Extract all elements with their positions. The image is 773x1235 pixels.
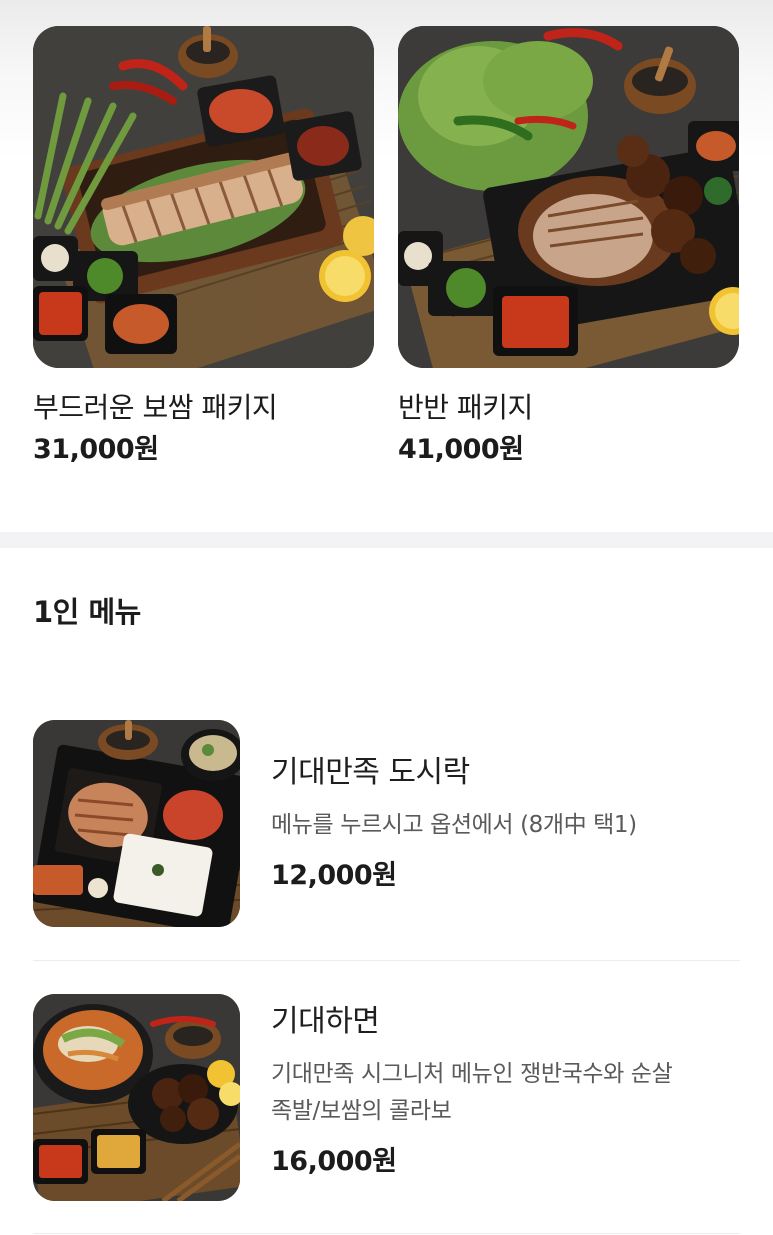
package-name: 반반 패키지	[398, 391, 533, 424]
bossam-package-photo[interactable]	[33, 26, 374, 368]
menu-item-noodle-combo[interactable]: 기대하면 기대만족 시그니처 메뉴인 쟁반국수와 순살 족발/보쌈의 콜라보 1…	[33, 994, 740, 1214]
menu-text: 기대하면 기대만족 시그니처 메뉴인 쟁반국수와 순살 족발/보쌈의 콜라보 1…	[271, 1002, 741, 1180]
row-divider	[33, 1233, 740, 1234]
menu-price: 12,000원	[271, 860, 397, 891]
section-title-single-menu: 1인 메뉴	[33, 595, 141, 629]
package-card-half-half[interactable]: 반반 패키지 41,000원	[398, 26, 741, 468]
menu-description-line: 메뉴를 누르시고 옵션에서 (8개中 택1)	[271, 812, 637, 838]
menu-description: 메뉴를 누르시고 옵션에서 (8개中 택1)	[271, 807, 741, 844]
noodle-combo-photo[interactable]	[33, 994, 240, 1201]
section-divider	[0, 532, 773, 548]
package-price: 31,000원	[33, 434, 159, 465]
package-section: 부드러운 보쌈 패키지 31,000원 반반 패키지 41,000원	[0, 0, 773, 532]
package-name: 부드러운 보쌈 패키지	[33, 391, 278, 424]
menu-price: 16,000원	[271, 1146, 397, 1177]
menu-description-line: 기대만족 시그니처 메뉴인 쟁반국수와 순살	[271, 1061, 673, 1087]
menu-description-line: 족발/보쌈의 콜라보	[271, 1098, 452, 1124]
package-card-bossam[interactable]: 부드러운 보쌈 패키지 31,000원	[33, 26, 376, 468]
lunchbox-photo[interactable]	[33, 720, 240, 927]
menu-description: 기대만족 시그니처 메뉴인 쟁반국수와 순살 족발/보쌈의 콜라보	[271, 1056, 741, 1130]
menu-name: 기대하면	[271, 1004, 380, 1039]
menu-text: 기대만족 도시락 메뉴를 누르시고 옵션에서 (8개中 택1) 12,000원	[271, 753, 741, 894]
menu-name: 기대만족 도시락	[271, 755, 470, 790]
row-divider	[33, 960, 740, 961]
menu-item-lunchbox[interactable]: 기대만족 도시락 메뉴를 누르시고 옵션에서 (8개中 택1) 12,000원	[33, 720, 740, 940]
half-half-package-photo[interactable]	[398, 26, 739, 368]
package-price: 41,000원	[398, 434, 524, 465]
